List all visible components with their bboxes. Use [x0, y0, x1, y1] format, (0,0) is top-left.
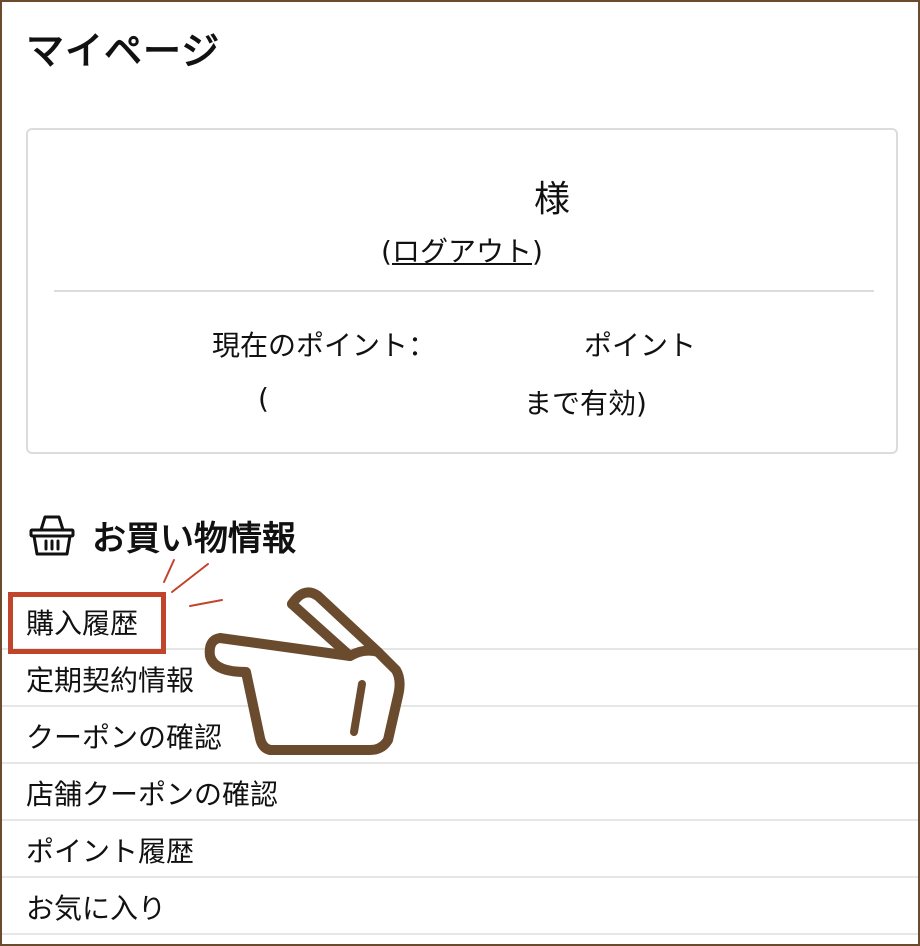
- logout-link[interactable]: ログアウト: [392, 235, 532, 268]
- menu-item-label: 店舗クーポンの確認: [26, 778, 279, 811]
- menu-item-label: 購入履歴: [26, 607, 139, 640]
- points-expiry-open: (: [258, 382, 269, 415]
- points-label: 現在のポイント：: [212, 329, 437, 362]
- menu-item-label: 定期契約情報: [26, 664, 195, 697]
- logout-row: (ログアウト): [28, 230, 896, 270]
- screenshot-frame: マイページ 様 (ログアウト) 現在のポイント： ポイント ( まで有効) お買…: [0, 0, 920, 946]
- logout-paren-close: ): [532, 235, 543, 268]
- menu-item-point-history[interactable]: ポイント履歴: [2, 820, 918, 878]
- page-title: マイページ: [26, 29, 221, 73]
- menu-item-coupons[interactable]: クーポンの確認: [2, 706, 918, 764]
- menu-item-favorites[interactable]: お気に入り: [2, 877, 918, 935]
- shopping-section-header: お買い物情報: [28, 512, 296, 559]
- logout-paren-open: (: [381, 235, 392, 268]
- account-card: 様 (ログアウト) 現在のポイント： ポイント ( まで有効): [26, 128, 898, 454]
- basket-icon: [29, 515, 75, 556]
- menu-item-purchase-history[interactable]: 購入履歴: [2, 592, 918, 650]
- card-divider: [54, 290, 874, 292]
- user-name-suffix: 様: [534, 179, 571, 220]
- menu-item-subscription-info[interactable]: 定期契約情報: [2, 649, 918, 707]
- menu-item-store-coupons[interactable]: 店舗クーポンの確認: [2, 763, 918, 821]
- menu-item-label: ポイント履歴: [26, 835, 195, 868]
- menu-item-label: お気に入り: [26, 892, 167, 925]
- points-unit: ポイント: [584, 329, 697, 362]
- shopping-section-title: お買い物情報: [92, 518, 296, 559]
- points-expiry: まで有効): [524, 387, 647, 420]
- menu-item-label: クーポンの確認: [26, 721, 223, 754]
